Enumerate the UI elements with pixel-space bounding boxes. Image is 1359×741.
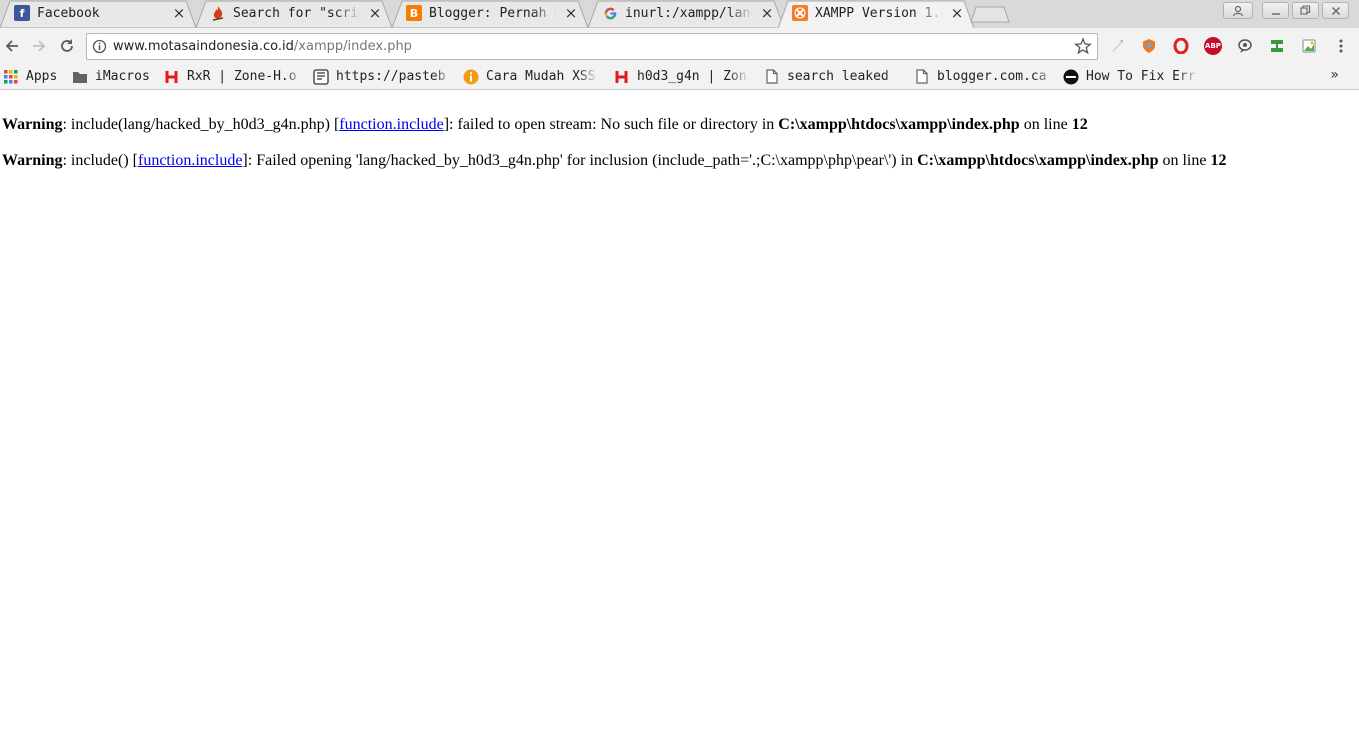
php-warning-1: Warning: include(lang/hacked_by_h0d3_g4n… [2, 115, 1088, 135]
bookmark-imacros[interactable]: iMacros [72, 66, 159, 87]
warning-label: Warning [2, 116, 63, 133]
bookmarks-bar: Apps iMacros RxR | Zone-H.o https://past… [0, 64, 1359, 90]
bookmark-label: iMacros [95, 69, 150, 84]
bookmark-pastebin[interactable]: https://pasteb [313, 66, 454, 87]
close-tab-icon[interactable]: × [950, 6, 964, 21]
pastebin-icon [313, 68, 329, 85]
folder-icon [72, 69, 88, 85]
bookmark-label: https://pasteb [336, 69, 446, 84]
browser-toolbar: www.motasaindonesia.co.id/xampp/index.ph… [0, 28, 1359, 64]
facebook-icon: f [14, 5, 30, 21]
tab-search-script[interactable]: Search for "script × [196, 0, 392, 28]
tab-blogger[interactable]: B Blogger: Pernah W × [392, 0, 588, 28]
tab-title: Facebook [37, 6, 100, 21]
page-icon [914, 69, 930, 85]
bookmark-label: search leaked [787, 69, 889, 84]
bookmark-label: Apps [26, 69, 58, 84]
shield-ext-icon[interactable] [1140, 37, 1158, 55]
bookmark-label: h0d3_g4n | Zon [637, 69, 747, 84]
close-tab-icon[interactable]: × [564, 6, 578, 21]
warning-line-number: 12 [1071, 116, 1088, 133]
tab-xampp-active[interactable]: XAMPP Version 1.8 × [778, 0, 974, 28]
warning-text: on line [1158, 152, 1211, 169]
chat-ext-icon[interactable] [1236, 37, 1254, 55]
sitemap-ext-icon[interactable] [1268, 37, 1286, 55]
bookmark-blogger-com-ca[interactable]: blogger.com.ca [914, 66, 1055, 87]
adblock-plus-icon[interactable]: ABP [1204, 37, 1222, 55]
address-bar[interactable]: www.motasaindonesia.co.id/xampp/index.ph… [86, 33, 1098, 60]
close-tab-icon[interactable]: × [760, 6, 774, 21]
bookmark-how-to-fix[interactable]: How To Fix Err [1063, 66, 1198, 87]
close-icon [1331, 6, 1340, 15]
image-ext-icon[interactable] [1300, 37, 1318, 55]
forward-button[interactable] [27, 34, 51, 58]
close-window-button[interactable] [1322, 2, 1349, 19]
tab-title: Search for "script [233, 6, 361, 21]
bookmark-label: How To Fix Err [1086, 69, 1196, 84]
bookmark-label: Cara Mudah XSS [486, 69, 596, 84]
page-icon [764, 69, 780, 85]
page-content: Warning: include(lang/hacked_by_h0d3_g4n… [0, 90, 1359, 741]
function-include-link[interactable]: function.include [339, 116, 443, 133]
xampp-icon [792, 5, 808, 21]
more-bookmarks-button[interactable]: » [1330, 67, 1339, 83]
black-circle-icon [1063, 69, 1079, 85]
warning-text: : include(lang/hacked_by_h0d3_g4n.php) [ [62, 116, 340, 133]
warning-label: Warning [2, 152, 63, 169]
pencil-ext-icon[interactable] [1108, 37, 1126, 55]
bookmark-star-icon[interactable] [1074, 37, 1092, 55]
apps-grid-icon [3, 69, 19, 85]
bookmark-search-leaked[interactable]: search leaked [764, 66, 905, 87]
close-tab-icon[interactable]: × [368, 6, 382, 21]
google-icon [602, 5, 618, 21]
warning-text: : include() [ [62, 152, 138, 169]
tab-strip: f Facebook × Search for "script × B Blog… [0, 0, 1359, 28]
url-host: www.motasaindonesia.co.id [113, 39, 294, 54]
info-icon[interactable] [92, 39, 107, 54]
close-tab-icon[interactable]: × [172, 6, 186, 21]
bookmark-rxr-zone-h[interactable]: RxR | Zone-H.o [164, 66, 305, 87]
bookmark-apps[interactable]: Apps [3, 66, 66, 87]
h-logo-icon [164, 69, 180, 85]
minimize-icon [1271, 12, 1280, 15]
minimize-button[interactable] [1262, 2, 1289, 19]
warning-file-path: C:\xampp\htdocs\xampp\index.php [917, 152, 1159, 169]
tab-google-inurl[interactable]: inurl:/xampp/lang × [588, 0, 784, 28]
opera-vpn-icon[interactable] [1172, 37, 1190, 55]
flame-icon [210, 5, 226, 21]
bookmark-label: RxR | Zone-H.o [187, 69, 297, 84]
info-orange-icon [463, 69, 479, 85]
restore-button[interactable] [1292, 2, 1319, 19]
bookmark-cara-mudah-xss[interactable]: Cara Mudah XSS [463, 66, 598, 87]
restore-icon [1300, 5, 1311, 15]
tab-title: inurl:/xampp/lang [625, 6, 753, 21]
reload-icon [61, 39, 73, 52]
back-button[interactable] [0, 34, 24, 58]
warning-line-number: 12 [1210, 152, 1227, 169]
warning-text: on line [1019, 116, 1072, 133]
user-profile-button[interactable] [1223, 2, 1253, 19]
function-include-link[interactable]: function.include [138, 152, 242, 169]
warning-file-path: C:\xampp\htdocs\xampp\index.php [778, 116, 1020, 133]
warning-text: ]: failed to open stream: No such file o… [443, 116, 779, 133]
tab-facebook[interactable]: f Facebook × [0, 0, 196, 28]
url-text[interactable]: www.motasaindonesia.co.id/xampp/index.ph… [113, 38, 412, 55]
reload-button[interactable] [55, 34, 79, 58]
warning-text: ]: Failed opening 'lang/hacked_by_h0d3_g… [242, 152, 918, 169]
h-logo-icon [614, 69, 630, 85]
user-icon [1232, 5, 1244, 16]
menu-kebab-icon[interactable] [1332, 37, 1350, 55]
arrow-right-icon [33, 40, 46, 52]
new-tab-button[interactable] [970, 6, 1010, 23]
bookmark-h0d3-g4n-zone[interactable]: h0d3_g4n | Zon [614, 66, 749, 87]
window-controls [1223, 2, 1349, 19]
tab-title: XAMPP Version 1.8 [815, 6, 943, 21]
tab-title: Blogger: Pernah W [429, 6, 557, 21]
bookmark-label: blogger.com.ca [937, 69, 1047, 84]
php-warning-2: Warning: include() [function.include]: F… [2, 151, 1226, 171]
blogger-icon: B [406, 5, 422, 21]
arrow-left-icon [5, 40, 18, 52]
url-path: /xampp/index.php [293, 39, 412, 54]
